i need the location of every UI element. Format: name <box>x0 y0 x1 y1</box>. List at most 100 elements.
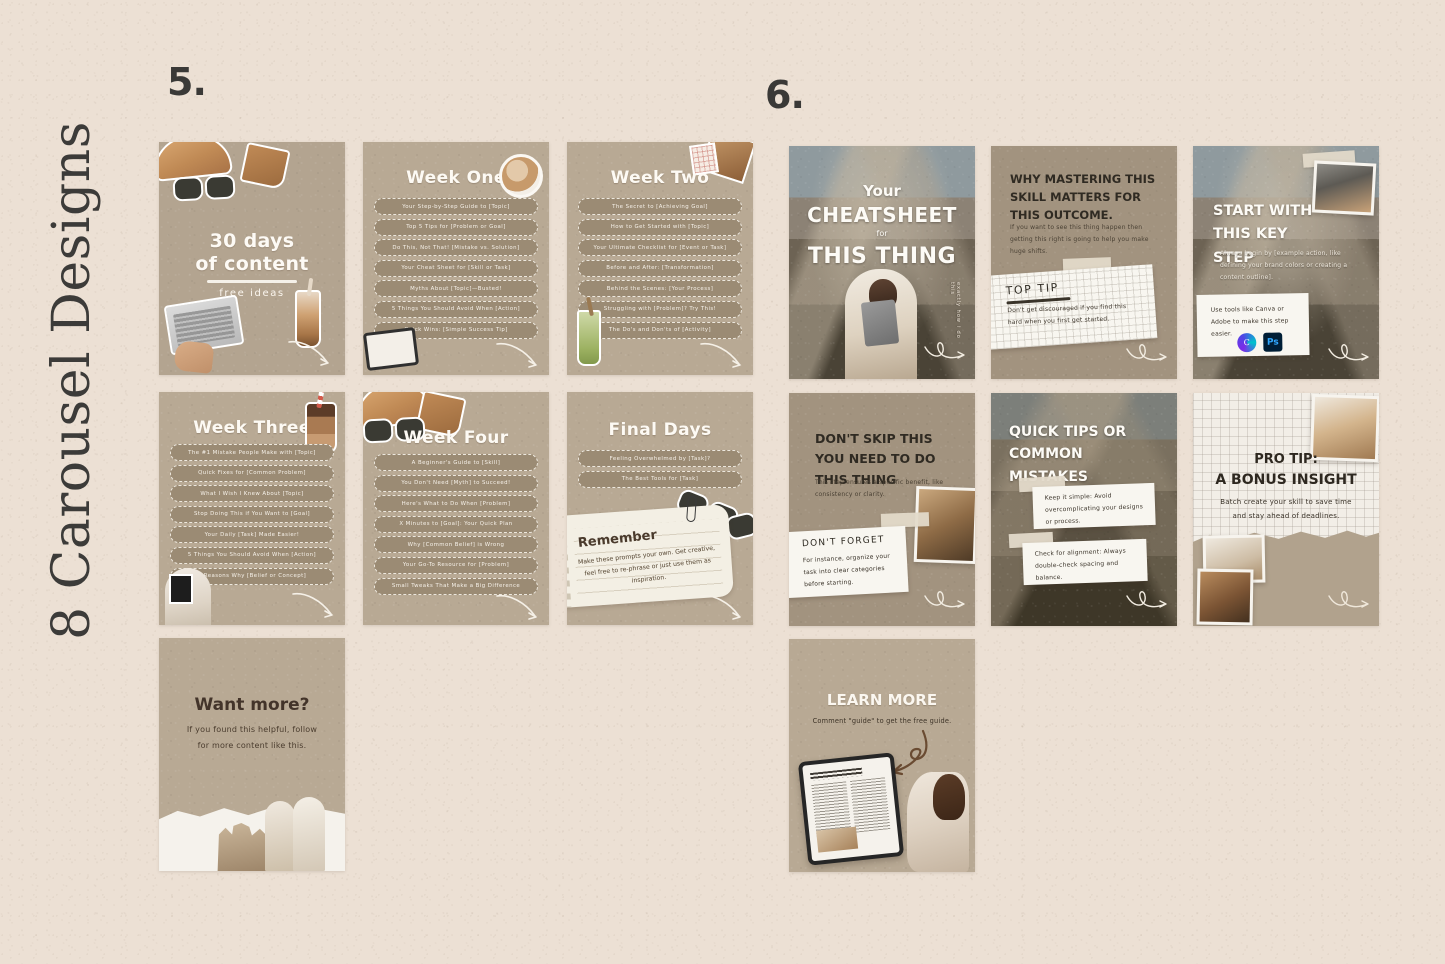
prompt-pill[interactable]: Struggling with [Problem]? Try This! <box>578 300 742 318</box>
prompt-pill[interactable]: The #1 Mistake People Make with [Topic] <box>170 444 334 461</box>
tools-note: Use tools like Canva or Adobe to make th… <box>1196 293 1310 357</box>
hands-writing-photo <box>1199 571 1251 623</box>
prompt-pill[interactable]: How to Get Started with [Topic] <box>578 218 742 236</box>
prompt-pill[interactable]: Do This, Not That! [Mistake vs. Solution… <box>374 239 538 257</box>
prompt-pill[interactable]: Your Step-by-Step Guide to [Topic] <box>374 198 538 215</box>
prompt-list: A Beginner's Guide to [Skill] You Don't N… <box>374 454 538 598</box>
prompt-pill[interactable]: The Secret to [Achieving Goal] <box>578 198 742 215</box>
prompt-pill[interactable]: 5 Things You Should Avoid When [Action] <box>170 546 334 564</box>
prompt-pill[interactable]: You Don't Need [Myth] to Succeed! <box>374 474 538 492</box>
laptop-photo <box>1314 163 1374 213</box>
card-heading: Want more? <box>194 695 310 715</box>
title-line-2: of content <box>195 253 309 276</box>
prompt-pill[interactable]: Why [Common Belief] is Wrong <box>374 536 538 554</box>
remember-note: Remember Make these prompts your own. Ge… <box>567 504 734 608</box>
sunglasses-photo <box>172 174 235 199</box>
card-final-days[interactable]: Final Days Feeling Overwhelmed by [Task]… <box>567 392 753 625</box>
curved-caption: exactly how i do this <box>949 282 961 339</box>
prompt-pill[interactable]: Feeling Overwhelmed by [Task]? <box>578 450 742 467</box>
title-line-2: A BONUS INSIGHT <box>1215 472 1357 488</box>
card-dont-skip-this[interactable]: DON'T SKIP THIS YOU NEED TO DO THIS THIN… <box>789 393 975 626</box>
note-body: For instance, organize your task into cl… <box>802 552 891 589</box>
quick-tip-note-1: Keep it simple: Avoid overcomplicating y… <box>1032 482 1156 530</box>
card-want-more[interactable]: Want more? If you found this helpful, fo… <box>159 638 345 871</box>
prompt-pill[interactable]: Stop Doing This if You Want to [Goal] <box>170 505 334 523</box>
prompt-pill[interactable]: What I Wish I Knew About [Topic] <box>170 485 334 503</box>
card-your-cheatsheet[interactable]: Your CHEATSHEET for THIS THING exactly h… <box>789 146 975 379</box>
arrow-swoosh-icon <box>924 591 965 608</box>
prompt-pill[interactable]: Here's What to Do When [Problem] <box>374 495 538 513</box>
arrow-swoosh-icon <box>292 592 333 618</box>
candle-photo <box>1312 396 1378 460</box>
tablet-device <box>797 752 905 866</box>
hand-photo <box>173 340 215 374</box>
prompt-pill[interactable]: Small Tweaks That Make a Big Difference <box>374 577 538 595</box>
prompt-pill[interactable]: Behind the Scenes: [Your Process] <box>578 280 742 298</box>
tablet-headline <box>810 767 863 782</box>
boba-drink-photo <box>295 290 321 348</box>
prompt-pill[interactable]: Your Daily [Task] Made Easier! <box>170 526 334 544</box>
prompt-pill[interactable]: Your Cheat Sheet for [Skill or Task] <box>374 259 538 277</box>
note-body: Keep it simple: Avoid overcomplicating y… <box>1044 492 1144 526</box>
quick-tip-note-2: Check for alignment: Always double-check… <box>1022 538 1148 586</box>
card-body: If you want to see this thing happen the… <box>1010 224 1149 255</box>
card-quick-tips[interactable]: QUICK TIPS OR COMMON MISTAKES Keep it si… <box>991 393 1177 626</box>
prompt-pill[interactable]: Top 5 Tips for [Problem or Goal] <box>374 218 538 236</box>
card-pro-tip[interactable]: PRO TIP: A BONUS INSIGHT Batch create yo… <box>1193 393 1379 626</box>
coffee-cup-photo <box>499 154 543 198</box>
title-line-1: Your <box>863 182 901 200</box>
card-week-one[interactable]: Week One Your Step-by-Step Guide to [Top… <box>363 142 549 375</box>
person-right-photo <box>293 797 325 871</box>
prompt-pill[interactable]: Your Go-To Resource for [Problem] <box>374 556 538 574</box>
person-left-photo <box>265 801 295 871</box>
card-week-three[interactable]: Week Three The #1 Mistake People Make wi… <box>159 392 345 625</box>
prompt-pill[interactable]: Your Ultimate Checklist for [Event or Ta… <box>578 239 742 257</box>
card-title: 30 days of content <box>159 230 345 276</box>
title-line-1: 30 days <box>209 230 295 252</box>
card-body: Batch create your skill to save time and… <box>1220 498 1352 521</box>
prompt-list: Feeling Overwhelmed by [Task]? The Best T… <box>578 450 742 491</box>
phone-photo <box>169 574 193 604</box>
prompt-pill[interactable]: X Minutes to [Goal]: Your Quick Plan <box>374 515 538 533</box>
prompt-list: The #1 Mistake People Make with [Topic] Q… <box>170 444 334 588</box>
prompt-list: Your Step-by-Step Guide to [Topic] Top 5 … <box>374 198 538 342</box>
arrow-swoosh-icon <box>496 342 537 368</box>
prompt-pill[interactable]: The Do's and Don'ts of [Activity] <box>578 321 742 339</box>
note-body: Use tools like Canva or Adobe to make th… <box>1210 305 1289 338</box>
hands-writing-polaroid <box>1196 568 1254 626</box>
woman-hair <box>933 774 965 820</box>
card-30-days-of-content[interactable]: 30 days of content free ideas <box>159 142 345 375</box>
card-week-four[interactable]: Week Four A Beginner's Guide to [Skill] Y… <box>363 392 549 625</box>
group-number-6: 6. <box>765 73 805 117</box>
prompt-pill[interactable]: Before and After: [Transformation] <box>578 259 742 277</box>
note-body: Check for alignment: Always double-check… <box>1034 547 1126 582</box>
prompt-list: The Secret to [Achieving Goal] How to Get… <box>578 198 742 342</box>
photoshop-icon: Ps <box>1263 332 1283 352</box>
note-title: TOP TIP <box>1005 280 1060 298</box>
canva-icon: C <box>1237 332 1257 353</box>
paperclip-icon <box>686 495 697 523</box>
arrow-swoosh-icon <box>1126 344 1167 361</box>
matcha-drink-photo <box>577 310 601 366</box>
prompt-pill[interactable]: 5 Things You Should Avoid When [Action] <box>374 300 538 318</box>
card-heading: Week Two <box>610 168 710 188</box>
card-body: If you found this helpful, follow for mo… <box>186 725 318 750</box>
card-learn-more[interactable]: LEARN MORE Comment "guide" to get the fr… <box>789 639 975 872</box>
title-line-3: for <box>876 229 888 238</box>
arrow-swoosh-icon <box>700 342 741 368</box>
title-underline <box>207 280 297 283</box>
prompt-pill[interactable]: A Beginner's Guide to [Skill] <box>374 454 538 471</box>
prompt-pill[interactable]: The Best Tools for [Task] <box>578 470 742 488</box>
title-line-4: THIS THING <box>807 244 957 269</box>
group-number-5: 5. <box>167 60 207 104</box>
card-heading: Final Days <box>608 420 712 440</box>
tablet-photo <box>860 299 900 347</box>
card-heading: Week Four <box>403 428 509 448</box>
prompt-pill[interactable]: Myths About [Topic]—Busted! <box>374 280 538 298</box>
card-why-mastering[interactable]: WHY MASTERING THIS SKILL MATTERS FOR THI… <box>991 146 1177 379</box>
note-title: DON'T FORGET <box>801 534 885 550</box>
card-week-two[interactable]: Week Two The Secret to [Achieving Goal] H… <box>567 142 753 375</box>
prompt-pill[interactable]: Quick Fixes for [Common Problem] <box>170 464 334 482</box>
title-line-1: PRO TIP: <box>1254 452 1318 467</box>
card-start-with-key-step[interactable]: START WITH THIS KEY STEP Always begin by… <box>1193 146 1379 379</box>
